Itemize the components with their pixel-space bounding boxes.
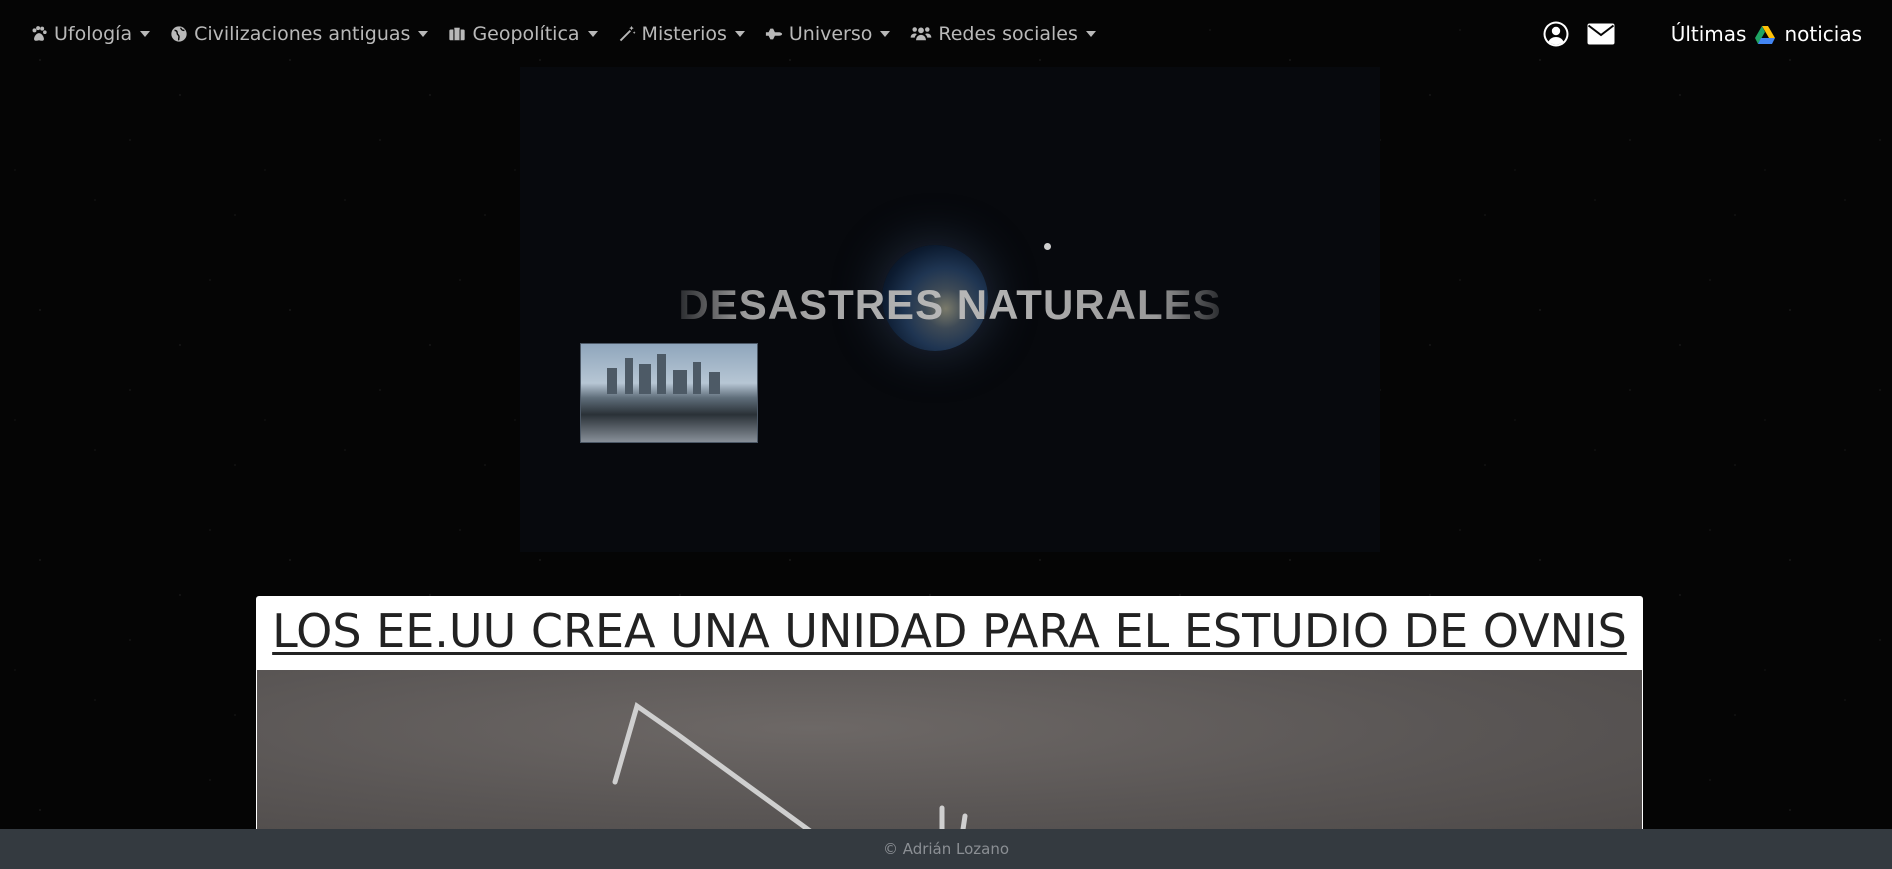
globe-icon — [170, 25, 188, 43]
nav-item-label: Redes sociales — [938, 23, 1078, 45]
nav-item-geopolitica[interactable]: Geopolítica — [448, 23, 598, 45]
users-icon — [910, 25, 932, 43]
nav-item-label: Geopolítica — [472, 23, 580, 45]
article-card: LOS EE.UU CREA UNA UNIDAD PARA EL ESTUDI… — [256, 596, 1643, 836]
latest-news-link[interactable]: Últimas noticias — [1671, 22, 1862, 46]
google-drive-icon — [1755, 25, 1776, 44]
nav-item-label: Misterios — [641, 23, 727, 45]
footer-copyright: © Adrián Lozano — [882, 840, 1010, 858]
article-image[interactable] — [257, 670, 1642, 836]
ufo-photo-lines — [612, 701, 968, 836]
nav-right: Últimas noticias — [1542, 20, 1862, 48]
nav-item-redes-sociales[interactable]: Redes sociales — [910, 23, 1096, 45]
space-shuttle-icon — [765, 25, 783, 43]
banner-image: DESASTRES NATURALES — [520, 67, 1380, 552]
nav-item-label: Civilizaciones antiguas — [194, 23, 411, 45]
caret-down-icon — [1085, 31, 1096, 37]
caret-down-icon — [587, 31, 598, 37]
nav-item-misterios[interactable]: Misterios — [618, 23, 745, 45]
article-title-link[interactable]: LOS EE.UU CREA UNA UNIDAD PARA EL ESTUDI… — [256, 600, 1643, 662]
user-circle-icon[interactable] — [1542, 20, 1570, 48]
caret-down-icon — [880, 31, 891, 37]
nav-item-label: Ufología — [54, 23, 133, 45]
paw-icon — [30, 25, 48, 43]
latest-news-word: Últimas — [1670, 22, 1747, 46]
nav-menu: Ufología Civilizaciones antiguas Geopolí… — [30, 23, 1096, 45]
nav-item-label: Universo — [788, 23, 873, 45]
caret-down-icon — [140, 31, 151, 37]
briefcase-icon — [448, 25, 466, 43]
banner-title: DESASTRES NATURALES — [520, 281, 1380, 329]
envelope-icon[interactable] — [1587, 23, 1615, 45]
moon-image — [1044, 243, 1051, 250]
latest-news-word: noticias — [1784, 22, 1862, 46]
top-navbar: Ufología Civilizaciones antiguas Geopolí… — [0, 0, 1892, 68]
nav-item-universo[interactable]: Universo — [765, 23, 891, 45]
footer: © Adrián Lozano — [0, 829, 1892, 869]
caret-down-icon — [418, 31, 429, 37]
magic-wand-icon — [618, 25, 636, 43]
city-disaster-thumbnail — [580, 343, 758, 443]
nav-item-ufologia[interactable]: Ufología — [30, 23, 151, 45]
nav-item-civilizaciones[interactable]: Civilizaciones antiguas — [170, 23, 429, 45]
caret-down-icon — [734, 31, 745, 37]
